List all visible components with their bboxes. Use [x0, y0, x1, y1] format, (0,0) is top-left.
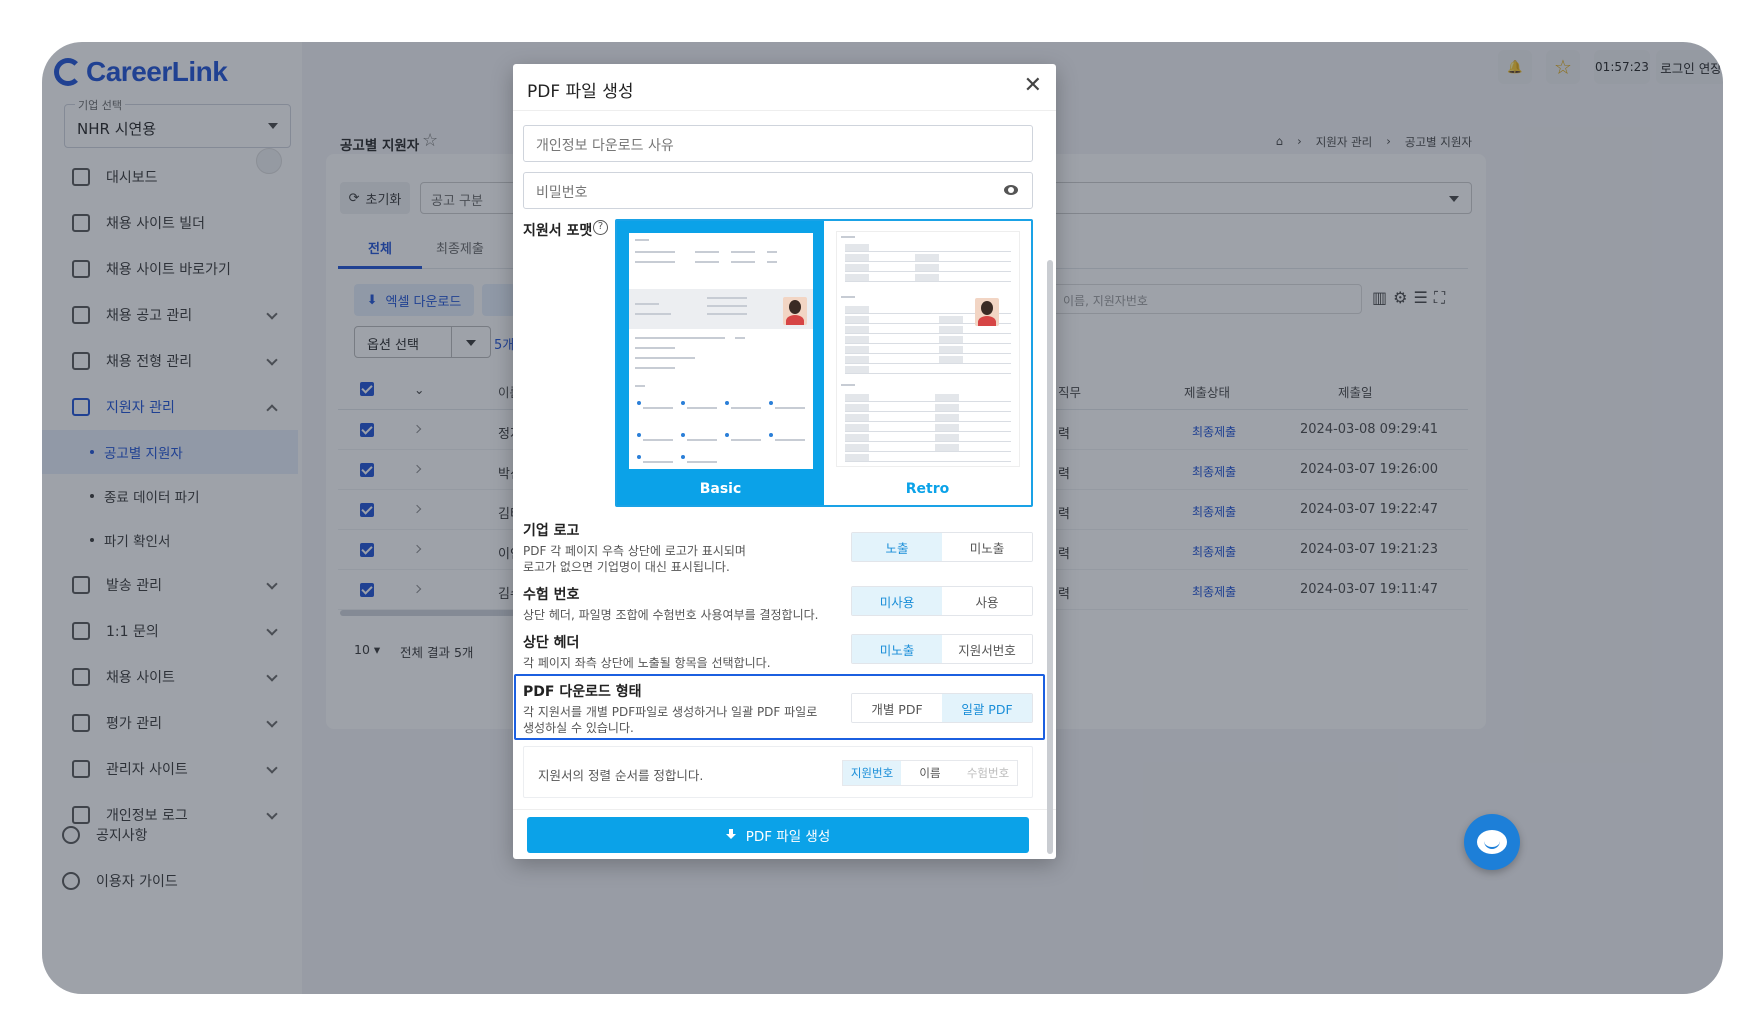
exam-number-on-button[interactable]: 사용: [942, 587, 1032, 615]
logo-show-button[interactable]: 노출: [852, 533, 942, 561]
basic-preview: [629, 233, 813, 469]
modal-divider: [513, 110, 1056, 111]
individual-pdf-button[interactable]: 개별 PDF: [852, 694, 942, 722]
retro-preview: [836, 231, 1020, 467]
help-icon[interactable]: ?: [593, 220, 608, 235]
sort-by-name-button[interactable]: 이름: [901, 761, 959, 785]
option-company-logo: 기업 로고 PDF 각 페이지 우측 상단에 로고가 표시되며 로고가 없으면 …: [523, 520, 1033, 575]
option-top-header: 상단 헤더 각 페이지 좌측 상단에 노출될 항목을 선택합니다. 미노출 지원…: [523, 632, 1033, 671]
chat-bubble-icon: [1477, 830, 1507, 854]
pdf-generate-modal: PDF 파일 생성 ✕ 개인정보 다운로드 사유 비밀번호 지원서 포맷 ? B…: [513, 64, 1056, 859]
top-header-toggle: 미노출 지원서번호: [851, 634, 1033, 664]
format-label: 지원서 포맷: [523, 223, 593, 239]
modal-scrollbar[interactable]: [1047, 260, 1053, 854]
generate-pdf-button[interactable]: PDF 파일 생성: [527, 817, 1029, 853]
sort-order-toggle: 지원번호 이름 수험번호: [842, 760, 1018, 786]
format-name-retro: Retro: [905, 481, 950, 497]
download-icon: [725, 829, 736, 841]
profile-photo-icon: [975, 298, 999, 326]
generate-pdf-label: PDF 파일 생성: [745, 829, 831, 845]
sort-order-label: 지원서의 정렬 순서를 정합니다.: [538, 768, 704, 783]
format-name-basic: Basic: [699, 481, 742, 497]
close-icon[interactable]: ✕: [1024, 74, 1042, 98]
format-option-retro[interactable]: Retro: [824, 221, 1031, 505]
sort-by-app-number-button[interactable]: 지원번호: [843, 761, 901, 785]
option-download-type: PDF 다운로드 형태 각 지원서를 개별 PDF파일로 생성하거나 일괄 PD…: [523, 681, 1033, 736]
eye-icon[interactable]: [1004, 185, 1018, 195]
header-hide-button[interactable]: 미노출: [852, 635, 942, 663]
modal-footer-divider: [513, 809, 1056, 810]
bulk-pdf-button[interactable]: 일괄 PDF: [942, 694, 1032, 722]
logo-toggle: 노출 미노출: [851, 532, 1033, 562]
sort-order-box: 지원서의 정렬 순서를 정합니다. 지원번호 이름 수험번호: [523, 746, 1033, 798]
sort-by-exam-number-button: 수험번호: [959, 761, 1017, 785]
download-reason-input[interactable]: 개인정보 다운로드 사유: [523, 125, 1033, 162]
exam-number-toggle: 미사용 사용: [851, 586, 1033, 616]
option-exam-number: 수험 번호 상단 헤더, 파일명 조합에 수험번호 사용여부를 결정합니다. 미…: [523, 584, 1033, 623]
profile-photo-icon: [783, 297, 807, 325]
password-input[interactable]: 비밀번호: [523, 172, 1033, 209]
header-app-number-button[interactable]: 지원서번호: [942, 635, 1032, 663]
password-placeholder: 비밀번호: [536, 185, 588, 201]
chat-support-button[interactable]: [1464, 814, 1520, 870]
format-option-basic[interactable]: Basic: [617, 221, 824, 505]
modal-title: PDF 파일 생성: [527, 82, 634, 102]
download-type-toggle: 개별 PDF 일괄 PDF: [851, 693, 1033, 723]
logo-hide-button[interactable]: 미노출: [942, 533, 1032, 561]
exam-number-off-button[interactable]: 미사용: [852, 587, 942, 615]
format-selector: Basic Retro: [615, 219, 1033, 507]
